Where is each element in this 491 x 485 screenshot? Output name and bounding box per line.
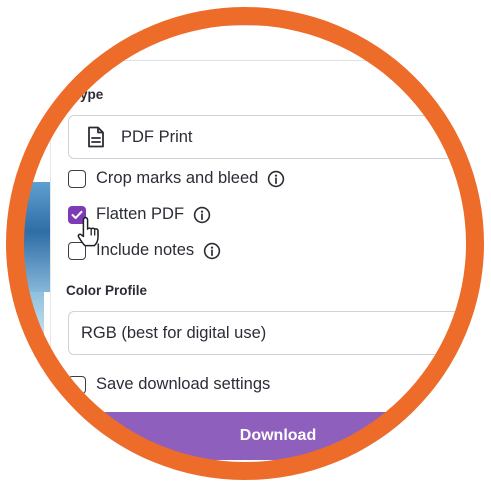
- download-button[interactable]: Download: [68, 412, 484, 460]
- info-icon[interactable]: [193, 206, 211, 224]
- design-preview-edge: [20, 182, 50, 292]
- file-type-label: ype: [80, 87, 104, 102]
- info-icon[interactable]: [203, 242, 221, 260]
- design-preview-edge-lower: [20, 292, 44, 352]
- save-settings-label: Save download settings: [96, 375, 271, 393]
- info-icon[interactable]: [267, 170, 285, 188]
- hand-pointer-icon: [76, 215, 106, 254]
- crop-marks-option[interactable]: Crop marks and bleed: [68, 169, 285, 188]
- save-settings-option[interactable]: Save download settings: [68, 375, 270, 394]
- color-profile-value: RGB (best for digital use): [81, 323, 267, 342]
- include-notes-label: Include notes: [96, 241, 195, 259]
- save-settings-checkbox[interactable]: [68, 375, 86, 394]
- crop-marks-label: Crop marks and bleed: [96, 169, 259, 187]
- color-profile-select[interactable]: RGB (best for digital use): [68, 311, 484, 355]
- crop-marks-checkbox[interactable]: [68, 169, 86, 188]
- file-type-select[interactable]: PDF Print: [68, 115, 484, 159]
- download-button-label: Download: [239, 427, 317, 444]
- document-icon: [87, 126, 105, 148]
- color-profile-label: Color Profile: [66, 283, 148, 298]
- zoomed-screenshot: ype PDF Print Crop marks and bleed Flatt…: [0, 0, 491, 485]
- circle-frame: ype PDF Print Crop marks and bleed Flatt…: [6, 7, 484, 480]
- previous-field[interactable]: [54, 25, 484, 61]
- flatten-pdf-label: Flatten PDF: [96, 205, 185, 223]
- file-type-value: PDF Print: [121, 127, 193, 146]
